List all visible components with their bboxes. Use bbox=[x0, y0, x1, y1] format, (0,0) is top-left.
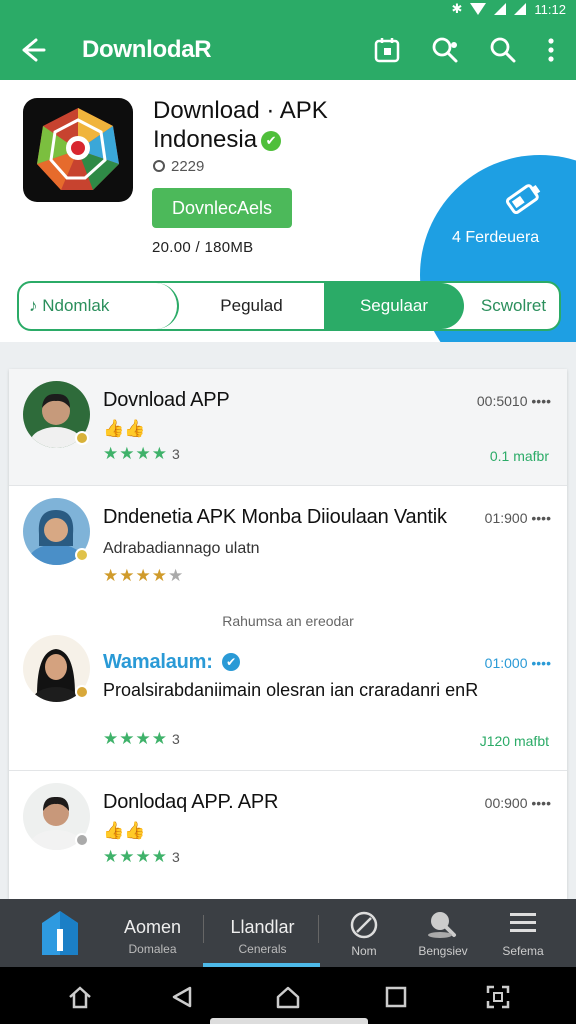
list-item[interactable]: Donlodaq APP. APR 00:900 •••• 👍👍 ★★★★ 3 bbox=[9, 771, 567, 899]
download-button[interactable]: DovnlecAels bbox=[152, 188, 292, 228]
nav-divider bbox=[203, 915, 204, 943]
app-bar: DownlodaR bbox=[0, 18, 576, 80]
tab-label: Ndomlak bbox=[42, 296, 110, 315]
app-name-line2: Indonesia bbox=[153, 126, 258, 153]
app-name: Download · APK Indonesia ✔ bbox=[153, 96, 413, 154]
status-time: 11:12 bbox=[534, 1, 566, 17]
nav-nom[interactable]: Nom bbox=[330, 899, 398, 967]
nav-aomen[interactable]: Aomen Domalea bbox=[105, 899, 200, 967]
nav-home[interactable] bbox=[20, 899, 100, 967]
download-count-value: 2229 bbox=[171, 158, 205, 175]
level-badge-icon bbox=[75, 685, 89, 699]
list-item[interactable]: Wamalaum: ✔ 01:000 •••• Proalsirabdaniim… bbox=[9, 631, 567, 769]
bluetooth-icon: ✱ bbox=[451, 1, 463, 16]
app-logo-icon bbox=[23, 98, 133, 202]
scan-icon[interactable] bbox=[484, 983, 512, 1011]
nav-llandlar[interactable]: Llandlar Cenerals bbox=[205, 899, 320, 967]
star-rating: ★★★★ 3 bbox=[103, 847, 180, 866]
item-time[interactable]: 01:000 •••• bbox=[485, 655, 551, 671]
star-rating: ★★★★ 3 bbox=[103, 729, 180, 748]
nav-label: Nom bbox=[351, 944, 377, 958]
level-badge-icon bbox=[75, 548, 89, 562]
list-separator: Rahumsa an ereodar bbox=[222, 613, 354, 629]
item-title: Dovnload APP bbox=[103, 389, 230, 411]
more-vert-icon[interactable] bbox=[536, 35, 566, 65]
app-header: Download · APK Indonesia ✔ 2229 DovnlecAe… bbox=[0, 80, 576, 342]
rating-count: 3 bbox=[171, 849, 180, 865]
level-badge-icon bbox=[75, 833, 89, 847]
app-name-line1: Download · APK bbox=[153, 97, 328, 124]
rating-count: 3 bbox=[171, 446, 180, 462]
tab-ndomlak[interactable]: ♪ Ndomlak bbox=[19, 283, 179, 329]
compass-icon bbox=[350, 911, 378, 939]
segmented-tabs: ♪ Ndomlak Pegulad Segulaar Scwolret bbox=[17, 281, 561, 331]
back-triangle-icon[interactable] bbox=[168, 983, 196, 1011]
level-badge-icon bbox=[75, 431, 89, 445]
list-item[interactable]: Dovnload APP 00:5010 •••• 👍👍 ★★★★ 3 0.1 m… bbox=[9, 369, 567, 485]
nav-sefema[interactable]: Sefema bbox=[488, 899, 558, 967]
nav-label: Llandlar bbox=[230, 917, 295, 937]
item-title: Dndenetia APK Monba Diioulaan Vantik bbox=[103, 506, 447, 528]
home-outline-icon[interactable] bbox=[66, 983, 94, 1011]
rating-count: 3 bbox=[171, 731, 180, 747]
nav-sublabel: Domalea bbox=[128, 942, 177, 956]
thumbs-up-icon: 👍👍 bbox=[103, 821, 146, 840]
wifi-icon bbox=[470, 3, 487, 15]
item-meta: J120 mafbt bbox=[479, 733, 549, 749]
music-note-icon: ♪ bbox=[29, 296, 38, 315]
list-item[interactable]: Dndenetia APK Monba Diioulaan Vantik 01:… bbox=[9, 486, 567, 604]
verified-icon: ✔ bbox=[222, 653, 241, 671]
thumbs-up-icon: 👍👍 bbox=[103, 419, 146, 438]
nav-sublabel: Cenerals bbox=[238, 942, 287, 956]
item-title: Wamalaum: ✔ bbox=[103, 651, 241, 674]
item-time[interactable]: 01:900 •••• bbox=[485, 510, 551, 526]
tab-segulaar[interactable]: Segulaar bbox=[324, 283, 464, 329]
star-rating: ★★★★★ bbox=[103, 566, 185, 585]
menu-icon bbox=[510, 913, 536, 932]
status-bar: ✱ 11:12 bbox=[0, 0, 576, 18]
nav-divider bbox=[318, 915, 319, 943]
verified-icon: ✔ bbox=[261, 131, 282, 151]
item-time[interactable]: 00:5010 •••• bbox=[477, 393, 551, 409]
search-settings-icon[interactable] bbox=[430, 35, 460, 65]
app-bar-title: DownlodaR bbox=[82, 36, 212, 63]
nav-label: Aomen bbox=[123, 917, 182, 937]
home-shield-icon bbox=[42, 911, 78, 955]
calendar-icon[interactable] bbox=[372, 35, 402, 65]
nav-label: Sefema bbox=[502, 944, 544, 958]
bottom-nav: Aomen Domalea Llandlar Cenerals Nom Beng… bbox=[0, 899, 576, 967]
promo-text: 4 Ferdeuera bbox=[452, 229, 540, 246]
search-icon[interactable] bbox=[488, 35, 518, 65]
signal-icon bbox=[494, 3, 507, 15]
file-size-text: 20.00 / 180MB bbox=[152, 239, 254, 256]
signal-icon-2 bbox=[514, 3, 527, 15]
gesture-handle[interactable] bbox=[210, 1018, 368, 1024]
nav-bengsiev[interactable]: Bengsiev bbox=[408, 899, 478, 967]
home-circle-icon[interactable] bbox=[274, 983, 302, 1011]
star-rating: ★★★★ 3 bbox=[103, 444, 180, 463]
nav-label: Bengsiev bbox=[418, 944, 468, 958]
back-arrow-icon[interactable] bbox=[14, 32, 50, 68]
item-title-text: Wamalaum: bbox=[103, 651, 213, 673]
battery-plug-icon bbox=[505, 184, 541, 215]
review-list: Dovnload APP 00:5010 •••• 👍👍 ★★★★ 3 0.1 m… bbox=[9, 369, 567, 899]
item-meta: 0.1 mafbr bbox=[489, 448, 549, 464]
item-description: Proalsirabdaniimain olesran ian craradan… bbox=[103, 680, 479, 700]
item-subtitle: Adrabadiannago ulatn bbox=[103, 540, 260, 557]
search-person-icon bbox=[428, 912, 456, 938]
item-title: Donlodaq APP. APR bbox=[103, 791, 279, 813]
item-time[interactable]: 00:900 •••• bbox=[485, 795, 551, 811]
tab-scwolret[interactable]: Scwolret bbox=[464, 283, 559, 329]
tab-pegulad[interactable]: Pegulad bbox=[179, 283, 324, 329]
recents-square-icon[interactable] bbox=[382, 983, 410, 1011]
download-count: 2229 bbox=[153, 158, 204, 175]
system-nav-bar bbox=[0, 967, 576, 1024]
clock-icon bbox=[153, 160, 165, 172]
